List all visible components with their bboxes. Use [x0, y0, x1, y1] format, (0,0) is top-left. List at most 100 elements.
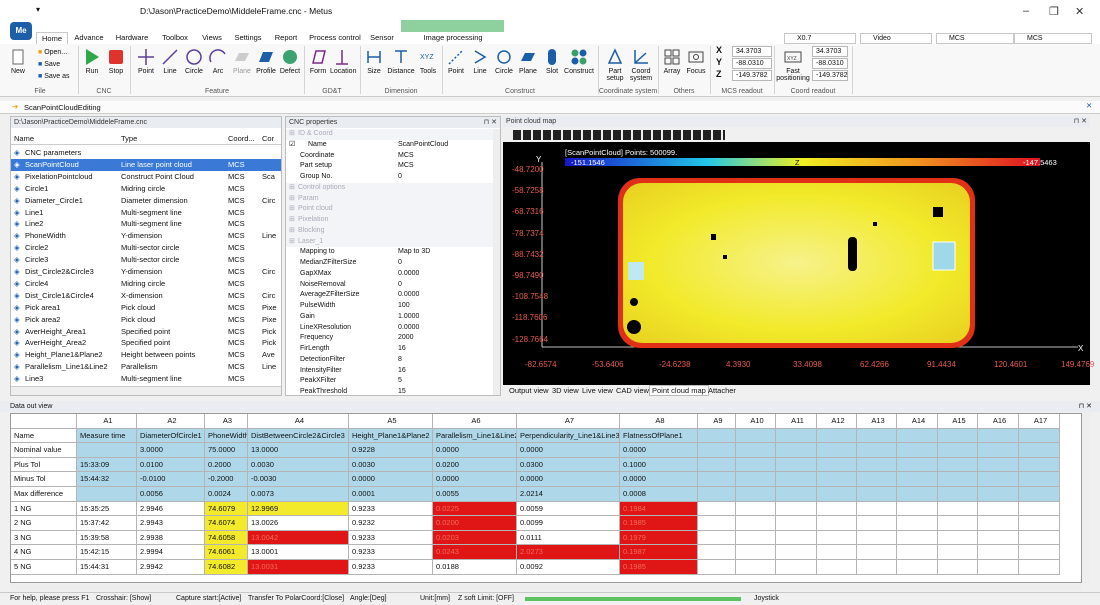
- grid-cell[interactable]: [978, 487, 1019, 502]
- grid-cell[interactable]: 15:37:42: [77, 516, 137, 531]
- grid-cell[interactable]: 13.0042: [248, 530, 349, 546]
- grid-cell[interactable]: [1019, 560, 1060, 575]
- grid-cell[interactable]: [776, 443, 817, 458]
- grid-cell[interactable]: [736, 457, 776, 473]
- props-row[interactable]: MedianZFilterSize 0: [286, 258, 494, 269]
- grid-cell[interactable]: [776, 560, 817, 575]
- grid-cell[interactable]: 15:35:25: [77, 501, 137, 517]
- expand-icon[interactable]: ⊞: [289, 129, 295, 140]
- open-button[interactable]: ■ Open...: [38, 49, 67, 56]
- grid-cell[interactable]: 75.0000: [205, 443, 248, 458]
- focus-button[interactable]: Focus: [684, 48, 708, 75]
- save-button[interactable]: ■ Save: [38, 61, 60, 68]
- props-value[interactable]: 16: [398, 366, 406, 377]
- tree-row[interactable]: Circle2 Multi-sector circle MCS ◈: [11, 242, 281, 254]
- props-row[interactable]: Coordinate MCS: [286, 151, 494, 162]
- grid-column-header[interactable]: A15: [938, 414, 978, 429]
- grid-cell[interactable]: 74.6074: [205, 516, 248, 531]
- grid-cell[interactable]: [857, 545, 897, 560]
- grid-cell[interactable]: [857, 487, 897, 502]
- grid-cell[interactable]: [938, 472, 978, 487]
- close-icon[interactable]: ✕: [1075, 5, 1084, 18]
- grid-cell[interactable]: 0.0073: [248, 487, 349, 502]
- grid-cell[interactable]: 2.9943: [137, 516, 205, 531]
- grid-cell[interactable]: [1019, 530, 1060, 546]
- tab-views[interactable]: Views: [198, 32, 226, 44]
- coord-system-button[interactable]: Coord system: [628, 48, 654, 82]
- grid-cell[interactable]: 74.6058: [205, 530, 248, 546]
- grid-column-header[interactable]: A4: [248, 414, 349, 429]
- grid-cell[interactable]: [978, 530, 1019, 546]
- grid-cell[interactable]: [978, 516, 1019, 531]
- grid-cell[interactable]: [1019, 545, 1060, 560]
- props-row[interactable]: IntensityFilter 16: [286, 366, 494, 377]
- props-row[interactable]: Gain 1.0000: [286, 312, 494, 323]
- props-row[interactable]: Mapping to Map to 3D: [286, 247, 494, 258]
- grid-cell[interactable]: [698, 487, 736, 502]
- grid-cell[interactable]: 74.6079: [205, 501, 248, 517]
- grid-cell[interactable]: 0.0001: [349, 487, 433, 502]
- props-value[interactable]: 0.0000: [398, 290, 419, 301]
- grid-cell[interactable]: [817, 457, 857, 473]
- grid-cell[interactable]: [817, 501, 857, 517]
- props-value[interactable]: 8: [398, 355, 402, 366]
- grid-cell[interactable]: 74.6082: [205, 560, 248, 575]
- grid-cell[interactable]: 12.9969: [248, 501, 349, 517]
- grid-cell[interactable]: 13.0000: [248, 443, 349, 458]
- grid-cell[interactable]: [817, 545, 857, 560]
- grid-cell[interactable]: 0.0092: [517, 560, 620, 575]
- grid-cell[interactable]: 13.0031: [248, 560, 349, 575]
- fast-positioning-button[interactable]: XYZ Fast positioning: [776, 48, 810, 82]
- grid-row-header[interactable]: 3 NG: [11, 530, 77, 546]
- tree-row[interactable]: Circle1 Midring circle MCS ◈: [11, 183, 281, 195]
- grid-column-header[interactable]: A10: [736, 414, 776, 429]
- grid-cell[interactable]: [817, 428, 857, 444]
- tree-row[interactable]: Diameter_Circle1 Diameter dimension MCS Cir…: [11, 195, 281, 207]
- grid-cell[interactable]: [897, 428, 938, 444]
- grid-cell[interactable]: 2.0214: [517, 487, 620, 502]
- tab-home[interactable]: Home: [36, 32, 68, 44]
- grid-cell[interactable]: [776, 457, 817, 473]
- grid-cell[interactable]: [698, 428, 736, 444]
- checkbox-icon[interactable]: ☑: [289, 140, 295, 151]
- expand-icon[interactable]: ⊞: [289, 194, 295, 205]
- grid-cell[interactable]: 13.0026: [248, 516, 349, 531]
- props-category[interactable]: ⊞ ID & Coord: [286, 129, 494, 140]
- tab-sensor[interactable]: Sensor: [366, 32, 398, 44]
- props-row[interactable]: Frequency 2000: [286, 333, 494, 344]
- grid-cell[interactable]: 3.0000: [137, 443, 205, 458]
- grid-cell[interactable]: [897, 501, 938, 517]
- grid-cell[interactable]: 2.9938: [137, 530, 205, 546]
- grid-cell[interactable]: [938, 560, 978, 575]
- grid-cell[interactable]: [698, 545, 736, 560]
- grid-cell[interactable]: 0.0300: [517, 457, 620, 473]
- props-category[interactable]: ⊞ Point cloud: [286, 204, 494, 215]
- col-coord[interactable]: Coord...: [228, 134, 255, 143]
- grid-cell[interactable]: [978, 472, 1019, 487]
- expand-icon[interactable]: ⊞: [289, 226, 295, 237]
- grid-column-header[interactable]: A7: [517, 414, 620, 429]
- distance-button[interactable]: Distance: [386, 48, 416, 75]
- grid-cell[interactable]: [817, 516, 857, 531]
- grid-cell[interactable]: [776, 545, 817, 560]
- grid-cell[interactable]: [938, 457, 978, 473]
- props-row[interactable]: LineXResolution 0.0000: [286, 323, 494, 334]
- props-category[interactable]: ⊞ Pixelation: [286, 215, 494, 226]
- grid-cell[interactable]: [897, 530, 938, 546]
- feature-profile-button[interactable]: Profile: [254, 48, 278, 75]
- props-row[interactable]: PeakThreshold 15: [286, 387, 494, 398]
- grid-cell[interactable]: [817, 487, 857, 502]
- tab-cad-view[interactable]: CAD view: [616, 386, 649, 395]
- tree-row[interactable]: Circle4 Midring circle MCS ◈: [11, 278, 281, 290]
- grid-cell[interactable]: [776, 487, 817, 502]
- props-category[interactable]: ⊞ Laser_1: [286, 236, 494, 248]
- grid-cell[interactable]: 15:39:58: [77, 530, 137, 546]
- construct-slot-button[interactable]: Slot: [540, 48, 564, 75]
- grid-row-header[interactable]: Plus Tol: [11, 457, 77, 473]
- grid-cell[interactable]: [77, 487, 137, 502]
- grid-cell[interactable]: [978, 428, 1019, 444]
- grid-cell[interactable]: DistBetweenCircle2&Circle3: [248, 428, 349, 444]
- props-value[interactable]: 16: [398, 344, 406, 355]
- grid-cell[interactable]: [897, 457, 938, 473]
- grid-cell[interactable]: [1019, 457, 1060, 473]
